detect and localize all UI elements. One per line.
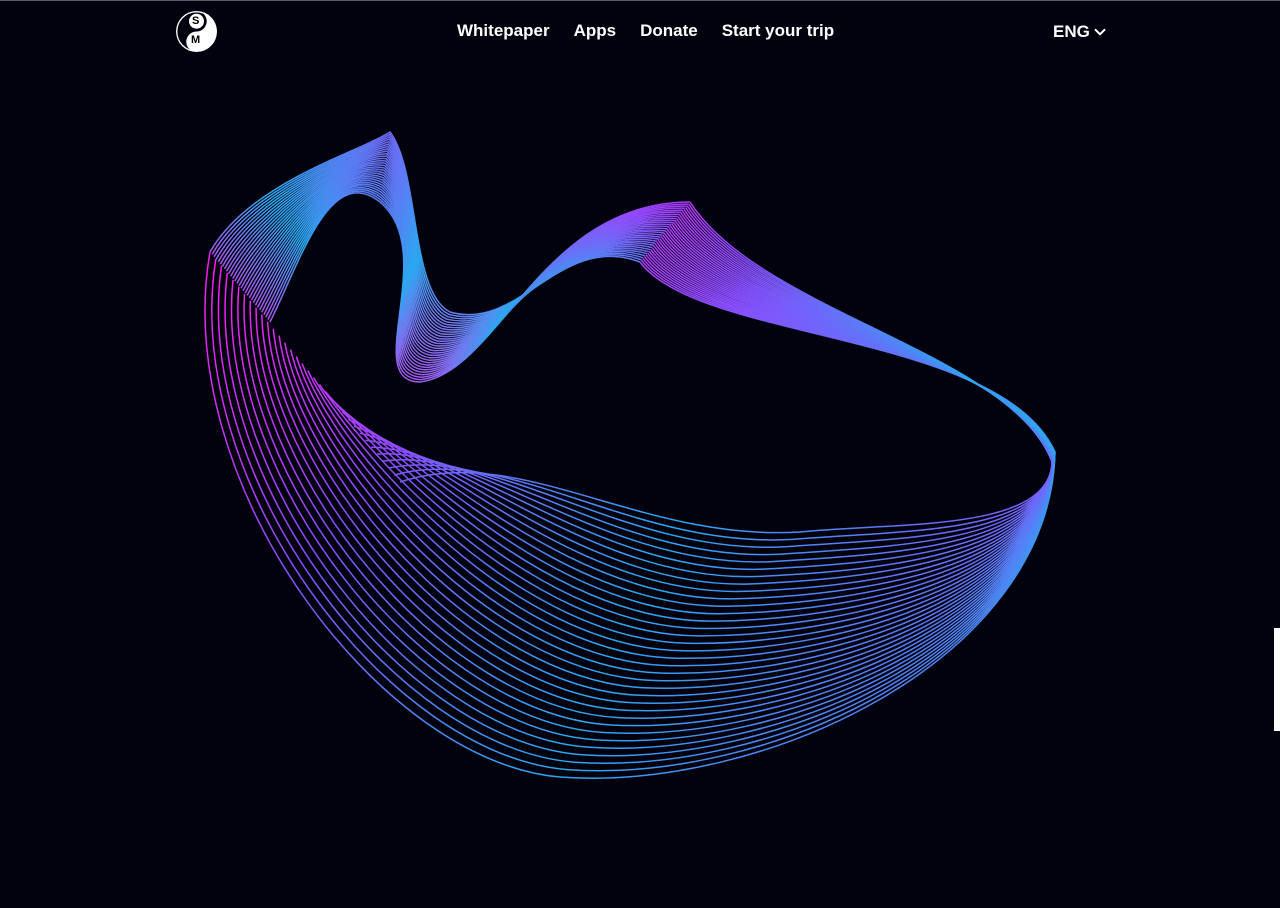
wave-line xyxy=(237,252,1056,742)
wave-line xyxy=(224,256,1056,757)
nav-whitepaper[interactable]: Whitepaper xyxy=(457,21,550,41)
language-label: ENG xyxy=(1053,22,1090,41)
wave-line xyxy=(347,217,1054,600)
nav-donate[interactable]: Donate xyxy=(640,21,698,41)
wave-line xyxy=(399,201,1053,534)
main-nav: Whitepaper Apps Donate Start your trip xyxy=(457,21,834,41)
wave-line xyxy=(230,254,1056,749)
wave-line xyxy=(219,143,649,327)
wave-line xyxy=(252,177,677,364)
wave-line xyxy=(336,221,1054,615)
language-selector[interactable]: ENG xyxy=(1053,22,1106,42)
wireframe-wave-artwork xyxy=(204,130,1056,779)
site-logo[interactable]: S M xyxy=(176,11,217,52)
nav-start-your-trip[interactable]: Start your trip xyxy=(722,21,834,41)
nav-apps[interactable]: Apps xyxy=(574,21,617,41)
chevron-down-icon xyxy=(1094,28,1106,36)
logo-letter-bottom: M xyxy=(191,34,201,46)
side-feedback-tab[interactable] xyxy=(1274,628,1280,731)
hero-section xyxy=(0,62,1280,908)
wave-line xyxy=(255,247,1056,719)
logo-letter-top: S xyxy=(192,15,200,27)
site-header: S M Whitepaper Apps Donate Start your tr… xyxy=(0,0,1280,62)
wave-line xyxy=(278,239,1055,689)
